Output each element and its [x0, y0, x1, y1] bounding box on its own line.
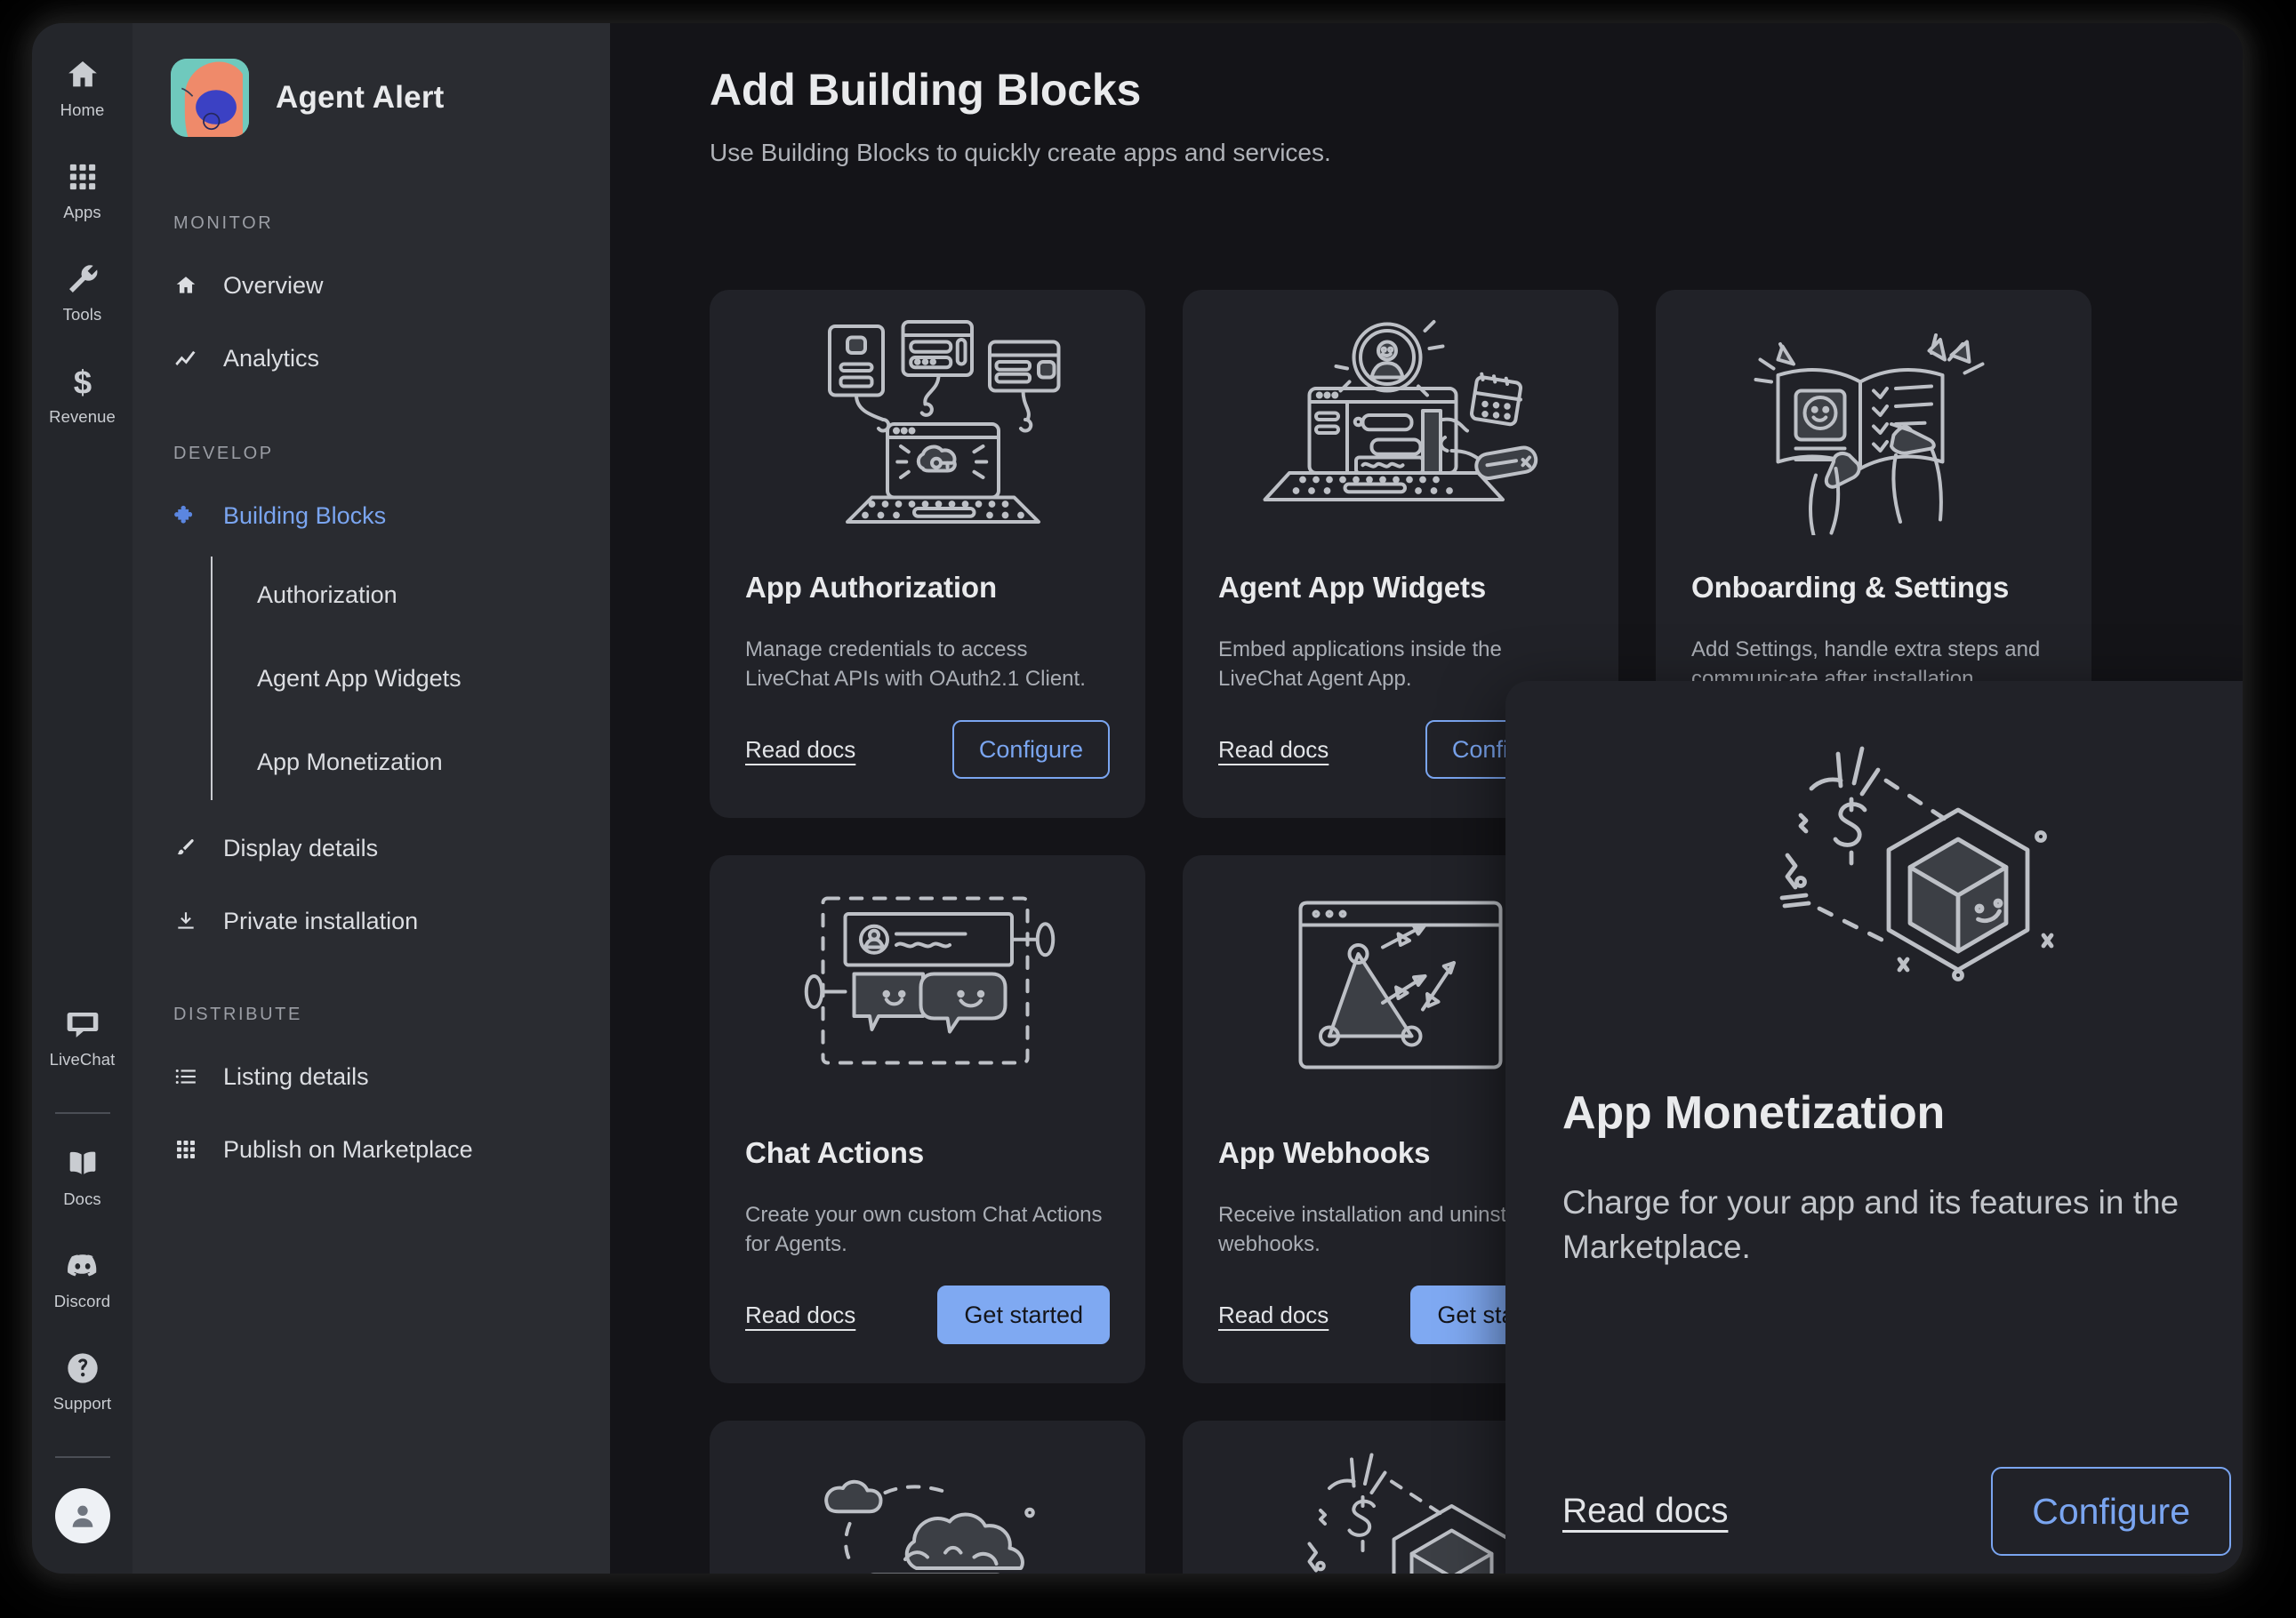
laptop-widget-illustration: [1218, 313, 1583, 535]
card-title: Chat Actions: [745, 1136, 925, 1169]
icon-rail: Home Apps Tools $ Revenue LiveChat Docs …: [32, 23, 132, 1574]
sidebar-subitem-app-monetization[interactable]: App Monetization: [257, 720, 610, 804]
rail-item-support[interactable]: Support: [32, 1349, 132, 1414]
rail-label: Revenue: [49, 407, 116, 426]
rail-item-livechat[interactable]: LiveChat: [32, 1005, 132, 1069]
chat-bubbles-selection-illustration: [745, 878, 1110, 1101]
section-label-develop: DEVELOP: [173, 444, 274, 463]
page-subtitle: Use Building Blocks to quickly create ap…: [710, 139, 1331, 166]
sidebar-item-label: Publish on Marketplace: [223, 1135, 473, 1163]
rail-item-docs[interactable]: Docs: [32, 1144, 132, 1209]
section-label-monitor: MONITOR: [173, 213, 274, 233]
app-monetization-overlay-panel[interactable]: App Monetization Charge for your app and…: [1505, 681, 2243, 1574]
overlay-footer: Read docs Configure: [1562, 1467, 2231, 1556]
sidebar-item-label: Overview: [223, 271, 324, 299]
sidebar-item-analytics[interactable]: Analytics: [132, 330, 610, 387]
sidebar-item-listing-details[interactable]: Listing details: [132, 1048, 610, 1105]
app-window: Home Apps Tools $ Revenue LiveChat Docs …: [32, 23, 2243, 1574]
page-title: Add Building Blocks: [710, 65, 1142, 115]
rail-item-home[interactable]: Home: [32, 55, 132, 120]
line-chart-icon: [173, 346, 198, 371]
get-started-button[interactable]: Get started: [937, 1286, 1110, 1344]
card-chat-actions[interactable]: Chat Actions Create your own custom Chat…: [710, 855, 1145, 1383]
dollar-cube-illustration: [1562, 722, 2231, 1015]
card-footer: Read docs Get started: [745, 1286, 1110, 1344]
rail-item-apps[interactable]: Apps: [32, 157, 132, 222]
sidebar-subitem-agent-app-widgets[interactable]: Agent App Widgets: [257, 637, 610, 720]
rail-label: Docs: [63, 1189, 101, 1208]
laptop-credentials-illustration: [745, 313, 1110, 535]
rail-label: Apps: [63, 203, 101, 221]
rail-divider: [54, 1112, 110, 1114]
rail-label: LiveChat: [49, 1050, 116, 1069]
dollar-icon: $: [63, 362, 102, 401]
read-docs-link[interactable]: Read docs: [1218, 736, 1329, 764]
avatar[interactable]: [54, 1488, 110, 1543]
puzzle-icon: [173, 503, 198, 528]
cloud-server-illustration: [745, 1444, 1110, 1574]
sidebar-item-overview[interactable]: Overview: [132, 257, 610, 314]
home-icon: [63, 55, 102, 94]
sidebar-subnav: Authorization Agent App Widgets App Mone…: [211, 553, 610, 804]
rail-item-revenue[interactable]: $ Revenue: [32, 362, 132, 427]
app-sidebar: Agent Alert MONITOR Overview Analytics D…: [132, 23, 610, 1574]
card-app-authorization[interactable]: App Authorization Manage credentials to …: [710, 290, 1145, 818]
rail-label: Discord: [53, 1292, 111, 1310]
card-title: Agent App Widgets: [1218, 571, 1487, 604]
open-book-checklist-illustration: [1691, 313, 2056, 535]
rail-item-discord[interactable]: Discord: [32, 1246, 132, 1311]
rail-divider-bottom: [54, 1456, 110, 1458]
sidebar-subitem-authorization[interactable]: Authorization: [257, 553, 610, 637]
sidebar-item-building-blocks[interactable]: Building Blocks: [132, 487, 610, 544]
sidebar-item-private-installation[interactable]: Private installation: [132, 893, 610, 949]
brush-icon: [173, 836, 198, 861]
rail-item-tools[interactable]: Tools: [32, 260, 132, 324]
card-title: Onboarding & Settings: [1691, 571, 2010, 604]
overlay-title: App Monetization: [1562, 1087, 1946, 1139]
card-footer: Read docs Configure: [745, 720, 1110, 779]
read-docs-link[interactable]: Read docs: [1218, 1302, 1329, 1329]
card-cloud-server[interactable]: [710, 1421, 1145, 1574]
card-description: Create your own custom Chat Actions for …: [745, 1203, 1103, 1257]
download-icon: [173, 909, 198, 933]
rail-label: Support: [52, 1394, 112, 1413]
sidebar-item-publish-on-marketplace[interactable]: Publish on Marketplace: [132, 1121, 610, 1178]
rail-label: Tools: [62, 305, 102, 324]
sidebar-item-label: Listing details: [223, 1062, 369, 1090]
section-label-distribute: DISTRIBUTE: [173, 1005, 302, 1024]
read-docs-link[interactable]: Read docs: [745, 736, 855, 764]
question-circle-icon: [63, 1349, 102, 1388]
sidebar-item-label: Private installation: [223, 907, 419, 934]
app-logo-icon: [171, 59, 249, 137]
svg-text:$: $: [73, 364, 91, 399]
overlay-configure-button[interactable]: Configure: [1991, 1467, 2231, 1556]
overlay-read-docs-link[interactable]: Read docs: [1562, 1492, 1728, 1531]
grid-apps-icon: [63, 157, 102, 196]
list-icon: [173, 1064, 198, 1089]
screen-root: Home Apps Tools $ Revenue LiveChat Docs …: [0, 0, 2296, 1618]
read-docs-link[interactable]: Read docs: [745, 1302, 855, 1329]
wrench-icon: [63, 260, 102, 299]
app-header[interactable]: Agent Alert: [132, 23, 610, 137]
home-icon: [173, 273, 198, 298]
grid-apps-icon: [173, 1137, 198, 1162]
rail-top-group: Home Apps Tools $ Revenue: [32, 23, 132, 464]
sidebar-item-label: Display details: [223, 834, 379, 861]
chat-bubble-icon: [63, 1005, 102, 1044]
sidebar-item-display-details[interactable]: Display details: [132, 820, 610, 877]
app-name: Agent Alert: [276, 80, 445, 115]
card-description: Manage credentials to access LiveChat AP…: [745, 637, 1086, 692]
discord-icon: [63, 1246, 102, 1286]
card-title: App Authorization: [745, 571, 998, 604]
book-icon: [63, 1144, 102, 1183]
overlay-description: Charge for your app and its features in …: [1562, 1184, 2180, 1266]
rail-label: Home: [60, 100, 105, 119]
sidebar-item-label: Building Blocks: [223, 501, 387, 529]
configure-button[interactable]: Configure: [951, 720, 1110, 779]
sidebar-item-label: Analytics: [223, 344, 320, 372]
rail-bottom-group: LiveChat Docs Discord Support: [32, 1005, 132, 1574]
